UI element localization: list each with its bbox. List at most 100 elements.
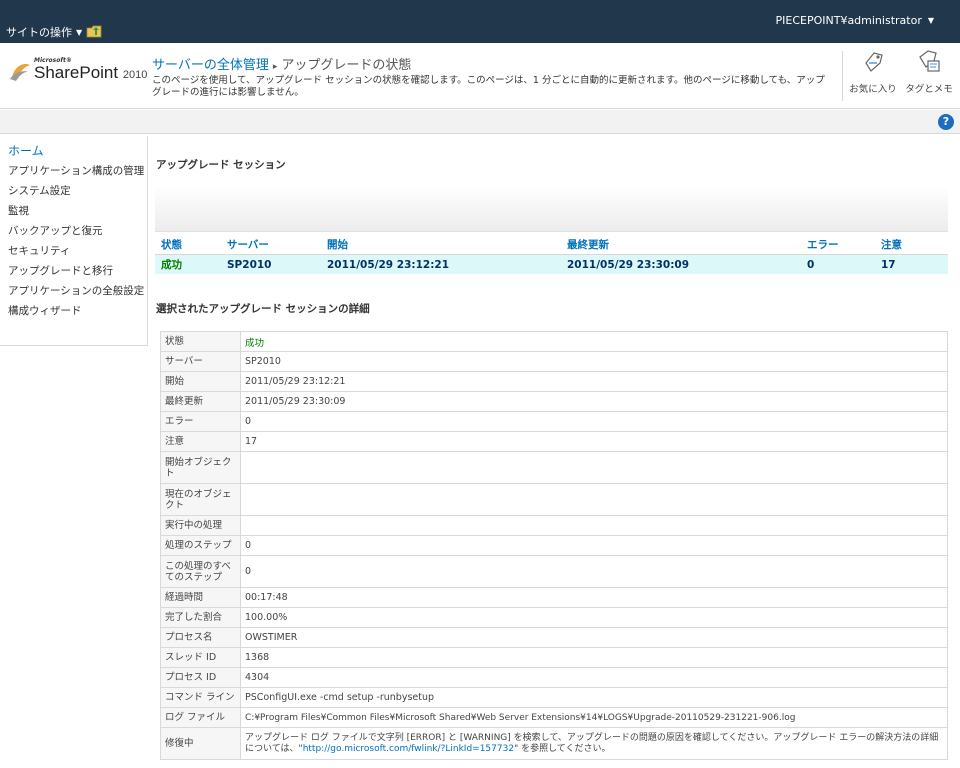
detail-row: 処理のステップ 0 <box>160 535 948 556</box>
detail-value: 4304 <box>240 667 948 688</box>
upgrade-sessions-table: 状態 サーバー 開始 最終更新 エラー 注意 成功 SP2010 2011/05… <box>155 235 948 274</box>
site-actions-menu[interactable]: サイトの操作 ▼ <box>6 24 82 40</box>
sharepoint-logo[interactable]: Microsoft® SharePoint 2010 <box>8 55 148 87</box>
logo-name: SharePoint <box>34 63 119 82</box>
breadcrumb-separator: ▸ <box>272 62 278 72</box>
nav-item-upgrade-migration[interactable]: アップグレードと移行 <box>0 261 147 281</box>
table-row[interactable]: 成功 SP2010 2011/05/29 23:12:21 2011/05/29… <box>155 254 948 274</box>
detail-label: 開始オブジェクト <box>160 451 241 484</box>
column-header-status[interactable]: 状態 <box>155 235 221 255</box>
detail-value: 17 <box>240 431 948 452</box>
detail-value: PSConfigUI.exe -cmd setup -runbysetup <box>240 687 948 708</box>
nav-item-monitoring[interactable]: 監視 <box>0 201 147 221</box>
session-details-title: 選択されたアップグレード セッションの詳細 <box>156 303 370 315</box>
nav-item-configuration-wizards[interactable]: 構成ウィザード <box>0 301 147 321</box>
detail-value: 2011/05/29 23:30:09 <box>240 391 948 412</box>
detail-row: 完了した割合 100.00% <box>160 607 948 628</box>
column-header-start[interactable]: 開始 <box>321 235 561 255</box>
nav-item-home[interactable]: ホーム <box>0 141 147 161</box>
upgrade-sessions-title: アップグレード セッション <box>156 159 286 171</box>
detail-value: C:¥Program Files¥Common Files¥Microsoft … <box>240 707 948 728</box>
session-details-table: 状態 成功 サーバー SP2010 開始 2011/05/29 23:12:21 最終… <box>160 331 948 760</box>
detail-value: SP2010 <box>240 351 948 372</box>
detail-label: スレッド ID <box>160 647 241 668</box>
folder-up-icon[interactable] <box>86 24 102 38</box>
help-icon[interactable]: ? <box>938 114 954 130</box>
detail-label: 実行中の処理 <box>160 515 241 536</box>
detail-label: 現在のオブジェクト <box>160 483 241 516</box>
tags-notes-button[interactable]: タグとメモ <box>904 49 954 95</box>
chevron-down-icon: ▼ <box>76 27 83 37</box>
column-header-server[interactable]: サーバー <box>221 235 321 255</box>
detail-row: スレッド ID 1368 <box>160 647 948 668</box>
detail-value <box>240 451 948 484</box>
nav-item-system-settings[interactable]: システム設定 <box>0 181 147 201</box>
detail-row: 開始 2011/05/29 23:12:21 <box>160 371 948 392</box>
detail-row: プロセス ID 4304 <box>160 667 948 688</box>
nav-item-general-settings[interactable]: アプリケーションの全般設定 <box>0 281 147 301</box>
detail-row: 修復中 アップグレード ログ ファイルで文字列 [ERROR] と [WARNI… <box>160 727 948 760</box>
detail-row: 状態 成功 <box>160 331 948 352</box>
column-header-last-updated[interactable]: 最終更新 <box>561 235 801 255</box>
tag-note-icon <box>919 50 940 72</box>
sessions-toolbar-band <box>155 186 948 232</box>
sharepoint-logo-icon <box>10 64 30 81</box>
detail-value: 0 <box>240 411 948 432</box>
detail-value: 100.00% <box>240 607 948 628</box>
detail-value: 0 <box>240 535 948 556</box>
remedy-text-after: " を参照してください。 <box>514 743 611 754</box>
nav-item-backup-restore[interactable]: バックアップと復元 <box>0 221 147 241</box>
column-header-warnings[interactable]: 注意 <box>875 235 948 255</box>
title-area: Microsoft® SharePoint 2010 サーバーの全体管理 ▸ アップ… <box>0 43 960 109</box>
detail-label: 処理のステップ <box>160 535 241 556</box>
breadcrumb: サーバーの全体管理 ▸ アップグレードの状態 <box>152 54 411 73</box>
detail-value: OWSTIMER <box>240 627 948 648</box>
favorites-button[interactable]: お気に入り <box>848 49 898 95</box>
detail-row: ログ ファイル C:¥Program Files¥Common Files¥Mic… <box>160 707 948 728</box>
remedy-help-link[interactable]: http://go.microsoft.com/fwlink/?LinkId=1… <box>303 744 514 754</box>
session-warnings-cell: 17 <box>875 254 948 274</box>
site-actions-label: サイトの操作 <box>6 26 72 39</box>
nav-item-security[interactable]: セキュリティ <box>0 241 147 261</box>
detail-value: 成功 <box>240 331 948 352</box>
detail-label: ログ ファイル <box>160 707 241 728</box>
detail-label: 注意 <box>160 431 241 452</box>
session-last-updated-cell: 2011/05/29 23:30:09 <box>561 254 801 274</box>
detail-label: コマンド ライン <box>160 687 241 708</box>
detail-label: 完了した割合 <box>160 607 241 628</box>
detail-row: 経過時間 00:17:48 <box>160 587 948 608</box>
detail-label: プロセス名 <box>160 627 241 648</box>
help-bar: ? <box>0 110 960 134</box>
breadcrumb-root-link[interactable]: サーバーの全体管理 <box>152 58 269 73</box>
toolbar-divider <box>842 51 843 101</box>
detail-label: 最終更新 <box>160 391 241 412</box>
detail-row: この処理のすべてのステップ 0 <box>160 555 948 588</box>
user-menu[interactable]: PIECEPOINT¥administrator ▼ <box>776 14 935 27</box>
session-server-cell: SP2010 <box>221 254 321 274</box>
left-navigation: ホーム アプリケーション構成の管理 システム設定 監視 バックアップと復元 セキ… <box>0 136 148 346</box>
chevron-down-icon: ▼ <box>927 16 934 25</box>
detail-row: 注意 17 <box>160 431 948 452</box>
detail-value <box>240 515 948 536</box>
page-title: アップグレードの状態 <box>281 58 412 73</box>
detail-value: 0 <box>240 555 948 588</box>
detail-row: エラー 0 <box>160 411 948 432</box>
detail-value: 1368 <box>240 647 948 668</box>
favorites-label: お気に入り <box>849 84 897 95</box>
ribbon-bar: サイトの操作 ▼ PIECEPOINT¥administrator ▼ <box>0 0 960 43</box>
nav-item-application-management[interactable]: アプリケーション構成の管理 <box>0 161 147 181</box>
tags-notes-label: タグとメモ <box>905 84 953 95</box>
detail-row: コマンド ライン PSConfigUI.exe -cmd setup -runby… <box>160 687 948 708</box>
detail-row: 実行中の処理 <box>160 515 948 536</box>
column-header-errors[interactable]: エラー <box>801 235 875 255</box>
detail-value: 00:17:48 <box>240 587 948 608</box>
session-start-cell: 2011/05/29 23:12:21 <box>321 254 561 274</box>
detail-value: 2011/05/29 23:12:21 <box>240 371 948 392</box>
detail-label: 経過時間 <box>160 587 241 608</box>
user-name: PIECEPOINT¥administrator <box>775 14 922 27</box>
detail-value <box>240 483 948 516</box>
detail-row: 開始オブジェクト <box>160 451 948 484</box>
detail-row: サーバー SP2010 <box>160 351 948 372</box>
session-errors-cell: 0 <box>801 254 875 274</box>
page-description: このページを使用して、アップグレード セッションの状態を確認します。このページは… <box>152 75 825 98</box>
